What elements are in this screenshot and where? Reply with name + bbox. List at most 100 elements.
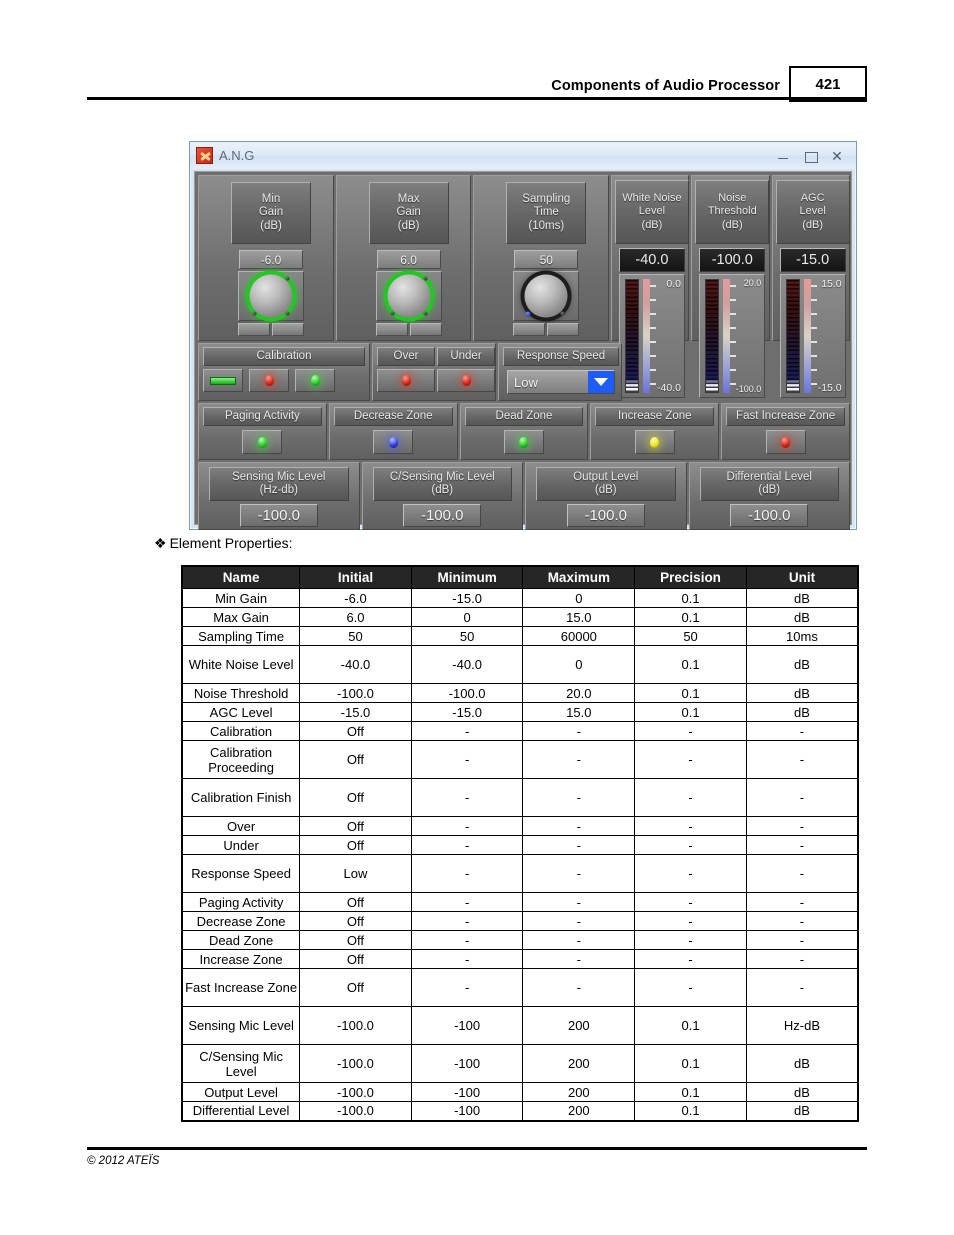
max-gain-knob[interactable] [387,274,431,318]
min-gain-decrement-button[interactable] [238,323,270,336]
row-precision: - [634,911,747,931]
over-led-icon [401,375,411,386]
paging-activity-led-box[interactable] [242,430,283,454]
noise-threshold-label: Noise Threshold (dB) [695,180,770,244]
row-precision: - [634,835,747,855]
row-minimum: -100.0 [410,683,524,703]
row-unit: dB [745,645,859,684]
agc-scale-max: 15.0 [821,278,842,290]
dead-zone-led-box[interactable] [503,430,544,454]
decrease-zone-led-icon [388,436,398,448]
sampling-time-decrement-button[interactable] [513,323,546,336]
calibration-proceeding-led-box[interactable] [249,369,289,392]
row-precision: - [634,854,747,893]
close-icon[interactable]: ✕ [830,149,844,163]
row-initial: Off [299,968,412,1007]
row-minimum: - [410,740,524,779]
agc-scale-min: -15.0 [817,382,842,394]
knob-marker-dot [285,311,290,316]
response-speed-select[interactable]: Low [507,370,615,394]
maximize-icon[interactable] [803,149,818,163]
calibration-toggle-button[interactable] [203,369,243,392]
row-unit: dB [745,588,859,608]
over-under-group: Over Under [372,343,496,401]
sensing-mic-level-unit: (Hz-db) [259,484,298,496]
response-speed-label-text: Response Speed [516,349,606,362]
meter-ticks [730,279,737,393]
calibration-group: Calibration [198,343,370,401]
c-sensing-mic-level-unit: (dB) [431,484,454,496]
table-row: Max Gain 6.0 0 15.0 0.1 dB [181,607,859,627]
table-row: Decrease Zone Off - - - - [181,911,859,931]
meter-bar [785,279,800,393]
row-unit: - [745,778,859,817]
row-minimum: - [410,816,524,836]
row-initial: Off [299,949,412,969]
chevron-down-icon[interactable] [588,371,614,393]
fast-increase-zone-led-box[interactable] [765,430,806,454]
row-unit: 10ms [745,626,859,646]
increase-zone-led-box[interactable] [634,430,675,454]
row-minimum: - [410,835,524,855]
row-initial: -100.0 [299,1101,412,1121]
over-led-box[interactable] [377,369,435,392]
meter-ticks [810,279,818,393]
min-gain-increment-button[interactable] [272,323,304,336]
row-precision: 0.1 [634,1006,747,1045]
row-maximum: - [522,911,636,931]
column-header-unit: Unit [745,565,859,589]
under-led-box[interactable] [437,369,495,392]
calibration-finish-led-box[interactable] [295,369,335,392]
column-header-initial: Initial [299,565,412,589]
row-initial: Off [299,740,412,779]
row-minimum: -15.0 [410,702,524,722]
over-control: Over [377,347,435,392]
table-row: White Noise Level -40.0 -40.0 0 0.1 dB [181,645,859,684]
calibration-row: Calibration Over Under Response Speed Lo… [198,343,684,401]
paging-activity-label-text: Paging Activity [225,409,300,422]
agc-label-unit: (dB) [802,218,824,231]
knob-marker-dot [390,311,395,316]
table-row: C/Sensing Mic Level -100.0 -100 200 0.1 dB [181,1044,859,1083]
c-sensing-mic-level-label: C/Sensing Mic Level (dB) [372,467,512,501]
min-gain-knob[interactable] [249,274,293,318]
row-initial: 6.0 [299,607,412,627]
row-minimum: - [410,930,524,950]
window-titlebar[interactable]: A.N.G ✕ [190,142,856,169]
row-precision: 0.1 [634,607,747,627]
row-unit: - [745,892,859,912]
fast-increase-zone-indicator: Fast Increase Zone [721,403,850,460]
max-gain-increment-button[interactable] [409,323,442,336]
page-title: Components of Audio Processor [551,78,780,94]
noise-threshold-label-unit: (dB) [721,218,743,231]
row-name: C/Sensing Mic Level [181,1044,301,1083]
row-precision: 0.1 [634,1044,747,1083]
agc-meter-frame[interactable]: 15.0 -15.0 [779,274,846,398]
table-header: Name Initial Minimum Maximum Precision U… [181,565,859,589]
decrease-zone-led-box[interactable] [373,430,414,454]
row-precision: - [634,778,747,817]
row-unit: - [745,911,859,931]
sampling-time-knob[interactable] [524,274,568,318]
ang-app-icon [196,147,213,164]
row-unit: dB [745,1101,859,1121]
table-row: Noise Threshold -100.0 -100.0 20.0 0.1 dB [181,683,859,703]
min-gain-knob-frame [238,271,304,321]
row-maximum: - [522,778,636,817]
fast-increase-zone-led-icon [781,436,791,448]
row-minimum: - [410,854,524,893]
agc-level-meter: AGC Level (dB) -15.0 15.0 -15.0 [771,175,850,398]
row-maximum: 200 [522,1101,636,1121]
max-gain-label-line2: Gain [396,206,421,219]
paging-activity-led-icon [257,436,267,448]
sampling-time-increment-button[interactable] [547,323,580,336]
sensing-mic-level-label-text: Sensing Mic Level [232,470,326,483]
minimize-icon[interactable] [776,149,790,163]
noise-threshold-meter-frame[interactable]: 20.0 -100.0 [699,274,766,398]
row-initial: -40.0 [299,645,412,684]
row-minimum: 0 [410,607,524,627]
white-noise-label-unit: (dB) [641,218,663,231]
max-gain-decrement-button[interactable] [375,323,408,336]
over-label: Over [377,347,435,366]
row-precision: 50 [634,626,747,646]
